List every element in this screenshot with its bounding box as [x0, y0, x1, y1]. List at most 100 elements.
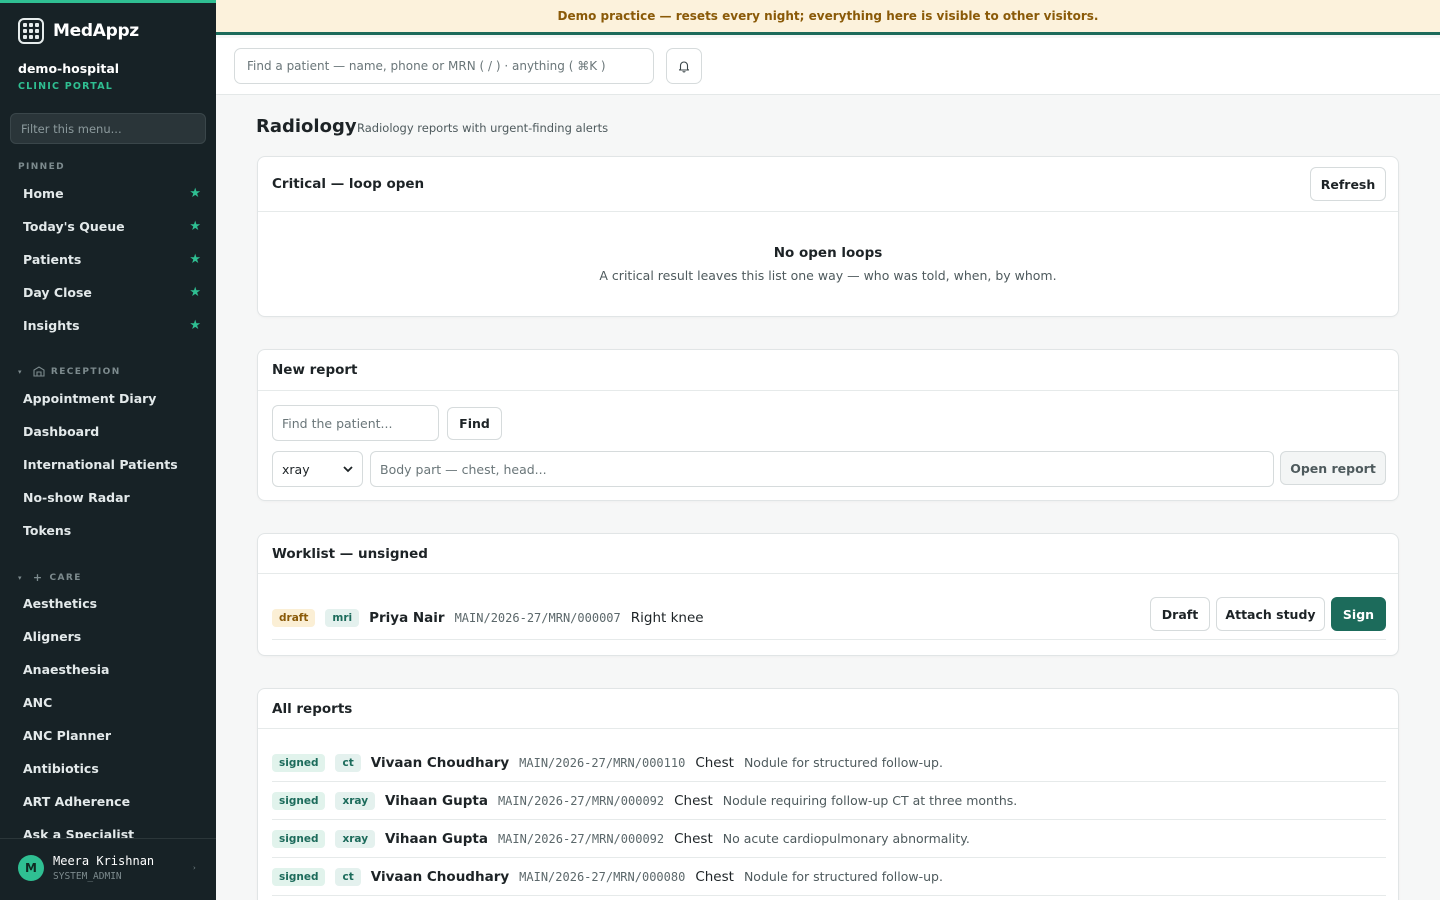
card-header: Worklist — unsigned: [258, 534, 1398, 574]
report-impression: Nodule requiring follow-up CT at three m…: [722, 793, 1018, 808]
sidebar-item-dashboard[interactable]: Dashboard: [23, 424, 203, 439]
modality-badge: xray: [335, 791, 376, 810]
star-icon[interactable]: ★: [189, 252, 201, 267]
card-header: New report: [258, 350, 1398, 391]
body-part: Chest: [695, 754, 734, 771]
chevron-right-icon: ›: [193, 864, 196, 872]
modality-badge: ct: [335, 753, 361, 772]
attach-study-button[interactable]: Attach study: [1216, 597, 1325, 631]
sidebar-item-no-show-radar[interactable]: No-show Radar: [23, 490, 203, 505]
body-part-input[interactable]: [370, 451, 1274, 487]
report-impression: No acute cardiopulmonary abnormality.: [722, 831, 970, 846]
report-row[interactable]: signed ct Vivaan Choudhary MAIN/2026-27/…: [272, 744, 1386, 782]
section-label-care[interactable]: ▾ + CARE: [18, 571, 82, 584]
patient-name[interactable]: Priya Nair: [369, 610, 444, 626]
card-title: New report: [272, 362, 358, 378]
sidebar-item-aligners[interactable]: Aligners: [23, 629, 203, 644]
patient-search-field[interactable]: [272, 405, 439, 441]
report-impression: Nodule for structured follow-up.: [743, 869, 943, 884]
card-title: Critical — loop open: [272, 176, 425, 192]
user-menu[interactable]: M Meera Krishnan SYSTEM_ADMIN ›: [0, 838, 216, 900]
patient-name[interactable]: Vihaan Gupta: [385, 831, 488, 847]
status-badge: signed: [272, 753, 326, 772]
patient-name[interactable]: Vihaan Gupta: [385, 793, 488, 809]
patient-name[interactable]: Vivaan Choudhary: [371, 755, 509, 771]
report-row[interactable]: signed ct Vivaan Choudhary MAIN/2026-27/…: [272, 858, 1386, 896]
card-header: All reports: [258, 689, 1398, 729]
report-impression: Nodule for structured follow-up.: [743, 755, 943, 770]
empty-state-title: No open loops: [773, 245, 883, 261]
top-header: [216, 38, 1440, 95]
report-row[interactable]: signed xray Vihaan Gupta MAIN/2026-27/MR…: [272, 820, 1386, 858]
sidebar-item-insights[interactable]: Insights ★: [23, 318, 203, 333]
sidebar-item-antibiotics[interactable]: Antibiotics: [23, 761, 203, 776]
avatar: M: [18, 855, 44, 881]
find-button[interactable]: Find: [447, 407, 502, 440]
sign-button[interactable]: Sign: [1331, 597, 1386, 631]
section-label-pinned: PINNED: [18, 162, 66, 172]
sidebar-item-tokens[interactable]: Tokens: [23, 523, 203, 538]
app-logo-icon: [18, 18, 44, 44]
page-subtitle: Radiology reports with urgent-finding al…: [357, 121, 609, 135]
sidebar-item-todays-queue[interactable]: Today's Queue ★: [23, 219, 203, 234]
star-icon[interactable]: ★: [189, 219, 201, 234]
chevron-down-icon: ▾: [18, 367, 23, 376]
star-icon[interactable]: ★: [189, 186, 201, 201]
star-icon[interactable]: ★: [189, 285, 201, 300]
sidebar-accent-bar: [0, 0, 216, 3]
patient-mrn: MAIN/2026-27/MRN/000110: [519, 755, 686, 770]
chevron-down-icon: [343, 465, 353, 472]
card-title: All reports: [272, 701, 353, 717]
draft-button[interactable]: Draft: [1150, 597, 1210, 631]
sidebar-item-appointment-diary[interactable]: Appointment Diary: [23, 391, 203, 406]
demo-banner: Demo practice — resets every night; ever…: [216, 0, 1440, 35]
body-part: Chest: [674, 830, 713, 847]
worklist-card: Worklist — unsigned draft mri Priya Nair…: [257, 533, 1399, 656]
patient-mrn: MAIN/2026-27/MRN/000080: [519, 869, 686, 884]
notifications-button[interactable]: [666, 48, 702, 84]
sidebar-item-patients[interactable]: Patients ★: [23, 252, 203, 267]
sidebar-item-home[interactable]: Home ★: [23, 186, 203, 201]
modality-badge: xray: [335, 829, 376, 848]
menu-filter-input[interactable]: [10, 113, 206, 144]
user-name: Meera Krishnan: [53, 854, 155, 868]
modality-select[interactable]: xray: [272, 451, 363, 487]
sidebar-item-international-patients[interactable]: International Patients: [23, 457, 203, 472]
all-reports-card: All reports signed ct Vivaan Choudhary M…: [257, 688, 1399, 900]
section-label-reception[interactable]: ▾ RECEPTION: [18, 366, 121, 377]
patient-name[interactable]: Vivaan Choudhary: [371, 869, 509, 885]
bell-icon: [678, 61, 690, 73]
brand-name: MedAppz: [53, 21, 139, 41]
sidebar-item-anc[interactable]: ANC: [23, 695, 203, 710]
body-part: Right knee: [630, 609, 704, 626]
sidebar-nav[interactable]: PINNED Home ★ Today's Queue ★ Patients ★ Da…: [0, 150, 216, 838]
brand[interactable]: MedAppz: [18, 18, 139, 44]
refresh-button[interactable]: Refresh: [1310, 167, 1386, 201]
empty-state-text: A critical result leaves this list one w…: [599, 268, 1057, 283]
org-subtitle: CLINIC PORTAL: [18, 81, 114, 92]
patient-mrn: MAIN/2026-27/MRN/000007: [454, 610, 621, 625]
critical-loop-card: Critical — loop open Refresh No open loo…: [257, 156, 1399, 317]
patient-mrn: MAIN/2026-27/MRN/000092: [497, 793, 665, 808]
modality-value: xray: [282, 461, 310, 477]
sidebar-item-art-adherence[interactable]: ART Adherence: [23, 794, 203, 809]
body-part: Chest: [674, 792, 713, 809]
star-icon[interactable]: ★: [189, 318, 201, 333]
sidebar-item-day-close[interactable]: Day Close ★: [23, 285, 203, 300]
sidebar-item-aesthetics[interactable]: Aesthetics: [23, 596, 203, 611]
user-role: SYSTEM_ADMIN: [53, 871, 122, 882]
sidebar-item-anc-planner[interactable]: ANC Planner: [23, 728, 203, 743]
plus-icon: +: [32, 571, 44, 584]
new-report-card: New report Find xray Open report: [257, 349, 1399, 501]
patient-mrn: MAIN/2026-27/MRN/000092: [497, 831, 665, 846]
page-title: Radiology: [256, 116, 357, 137]
building-icon: [33, 366, 45, 377]
patient-search-input[interactable]: [234, 48, 654, 84]
sidebar-item-anaesthesia[interactable]: Anaesthesia: [23, 662, 203, 677]
report-row[interactable]: signed xray Vihaan Gupta MAIN/2026-27/MR…: [272, 782, 1386, 820]
modality-badge: ct: [335, 867, 361, 886]
open-report-button[interactable]: Open report: [1280, 451, 1386, 485]
sidebar: MedAppz demo-hospital CLINIC PORTAL PINN…: [0, 0, 216, 900]
status-badge: signed: [272, 867, 326, 886]
sidebar-item-ask-a-specialist[interactable]: Ask a Specialist: [23, 827, 203, 838]
